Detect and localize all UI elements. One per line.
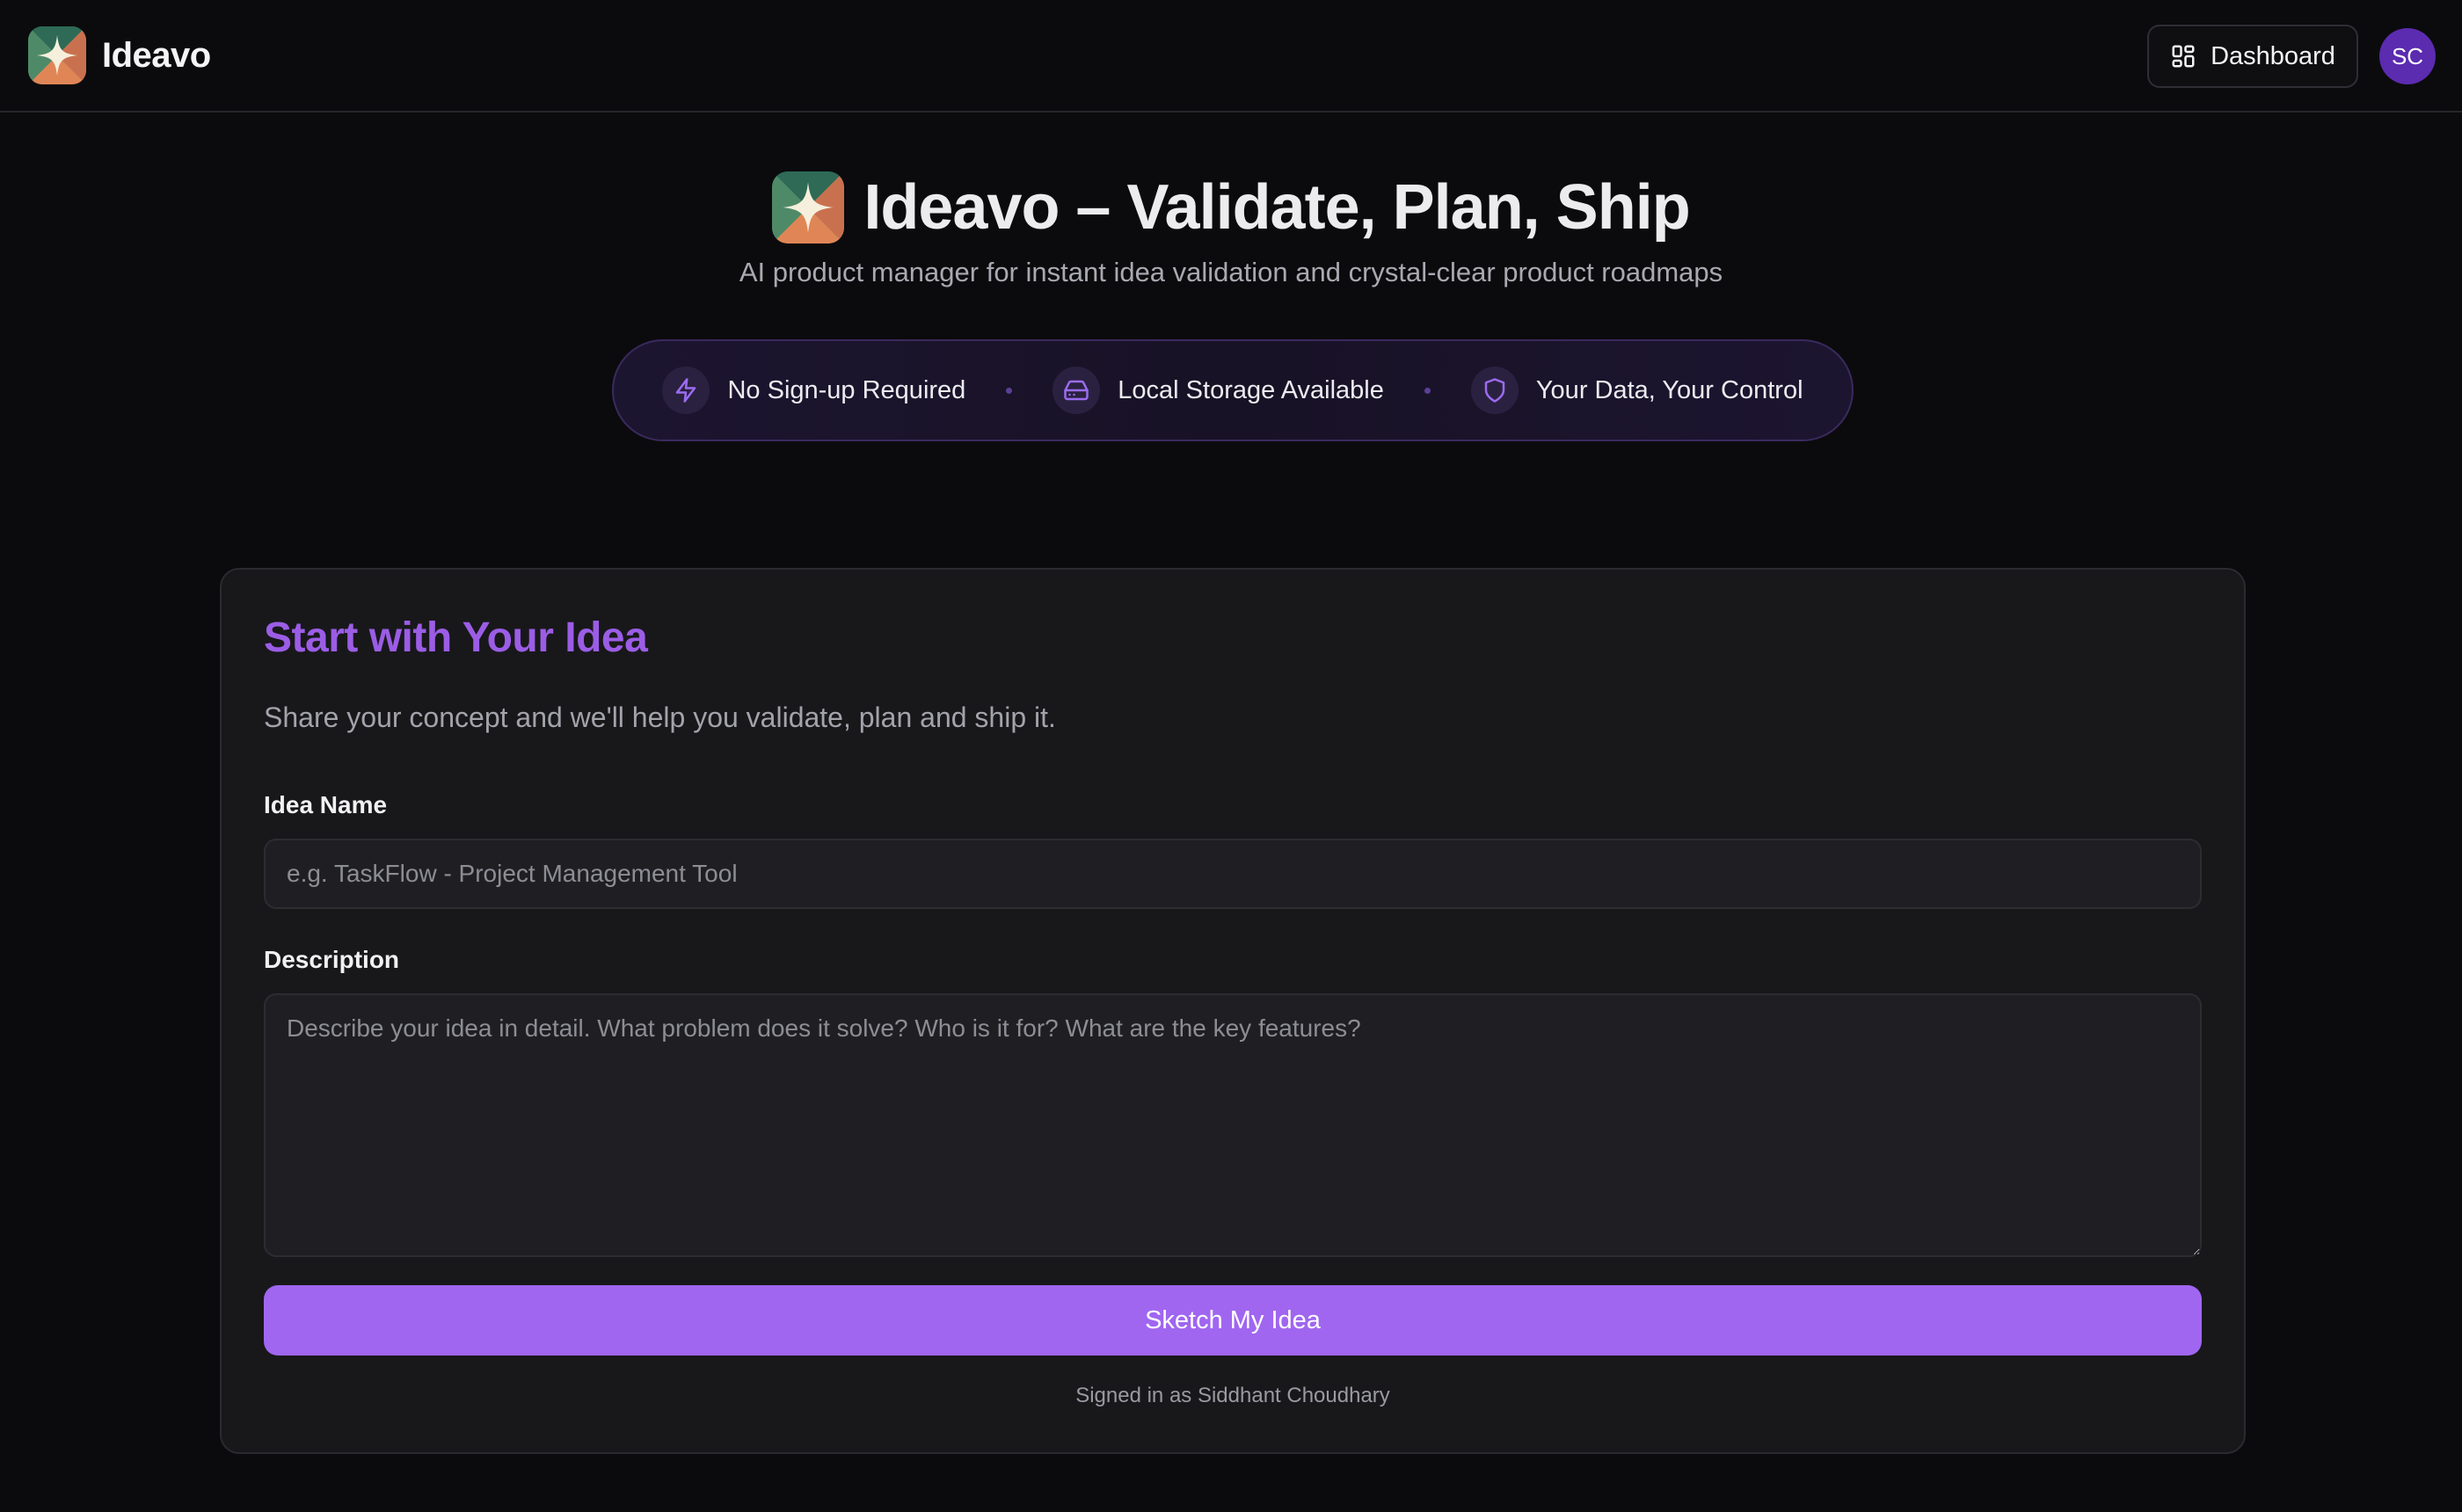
top-nav-bar: Ideavo Dashboard SC [0, 0, 2462, 113]
ideavo-logo-icon [28, 26, 86, 84]
dashboard-button[interactable]: Dashboard [2147, 25, 2358, 88]
description-textarea[interactable] [264, 993, 2202, 1257]
feature-pill: No Sign-up Required Local Storage Availa… [612, 339, 1854, 441]
form-description: Share your concept and we'll help you va… [264, 701, 1056, 733]
dashboard-button-label: Dashboard [2211, 41, 2335, 70]
hero-title: Ideavo – Validate, Plan, Ship [863, 172, 1690, 243]
brand-name: Ideavo [102, 35, 211, 75]
feature-local-storage: Local Storage Available [1053, 367, 1384, 414]
separator-dot [1424, 387, 1431, 394]
feature-no-signup: No Sign-up Required [662, 367, 965, 414]
feature-data-control: Your Data, Your Control [1470, 367, 1803, 414]
dashboard-grid-icon [2172, 45, 2195, 68]
user-avatar[interactable]: SC [2379, 28, 2436, 84]
form-title: Start with Your Idea [264, 614, 648, 661]
separator-dot [1006, 387, 1013, 394]
feature-label: Local Storage Available [1118, 375, 1384, 404]
idea-name-label: Idea Name [264, 791, 388, 818]
feature-label: No Sign-up Required [727, 375, 966, 404]
idea-name-input[interactable] [264, 839, 2202, 909]
signed-in-text: Signed in as Siddhant Choudhary [1075, 1384, 1390, 1407]
description-label: Description [264, 946, 400, 973]
feature-label: Your Data, Your Control [1535, 375, 1803, 404]
ideavo-logo-icon [772, 171, 845, 244]
hero-subtitle: AI product manager for instant idea vali… [739, 257, 1723, 287]
shield-icon [1470, 367, 1519, 414]
hero-title-row: Ideavo – Validate, Plan, Ship [0, 167, 2462, 248]
hard-drive-icon [1053, 367, 1101, 414]
lightning-icon [662, 367, 710, 414]
sketch-my-idea-button[interactable]: Sketch My Idea [264, 1285, 2202, 1356]
idea-form-card: Start with Your Idea Share your concept … [220, 568, 2246, 1454]
brand-home-link[interactable]: Ideavo [28, 26, 211, 84]
